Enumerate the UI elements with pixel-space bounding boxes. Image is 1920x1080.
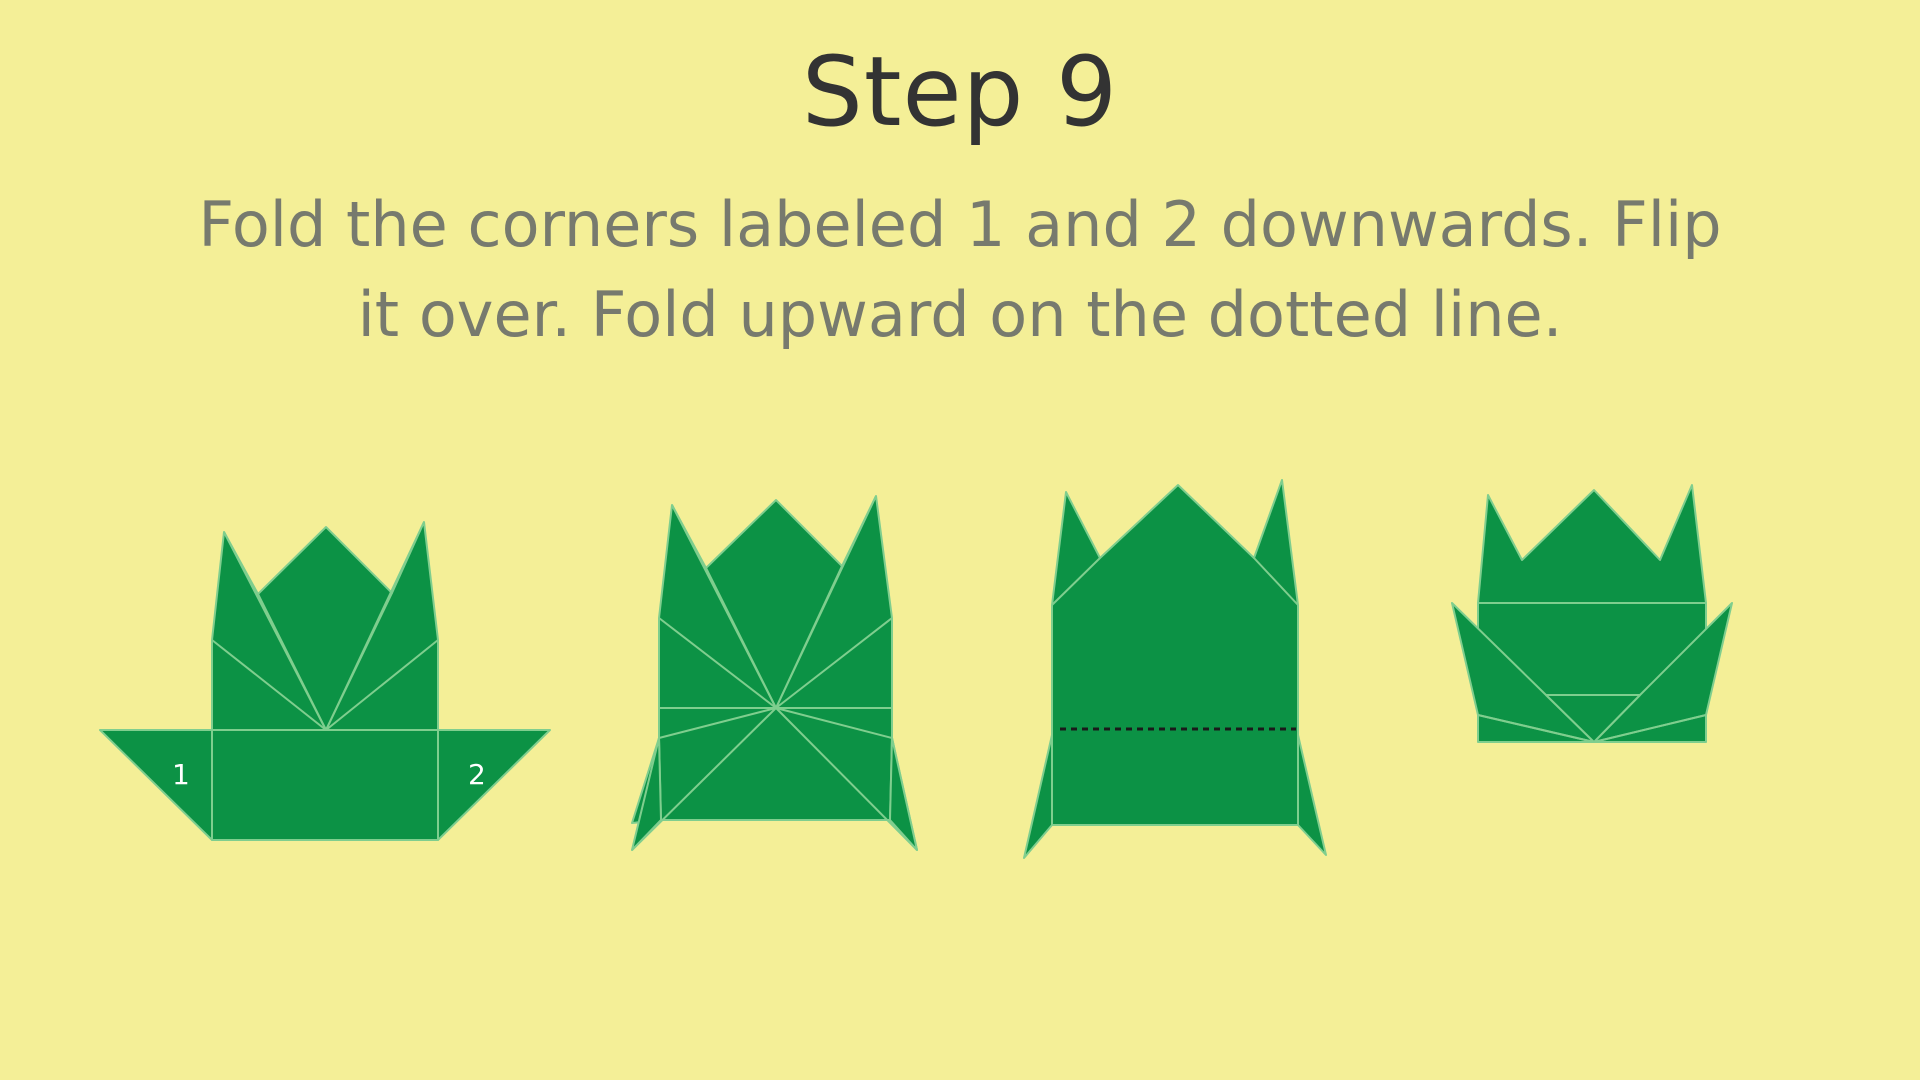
stage-3-lower-right-point: [1297, 734, 1327, 856]
stage-1-right-flap: [437, 729, 551, 841]
stage-1-left-flap: [99, 729, 213, 841]
stage-1-base: [211, 729, 439, 841]
step-page: Step 9 Fold the corners labeled 1 and 2 …: [0, 0, 1920, 1080]
stage-2-lower-left-point: [631, 737, 662, 851]
stage-2-body: [658, 495, 893, 821]
corner-label-2: 2: [468, 758, 486, 791]
corner-label-1: 1: [172, 758, 190, 791]
stage-1-upper-body: [211, 521, 439, 731]
stage-2-lower-right-point: [889, 737, 918, 851]
stage-4-figure: [1451, 484, 1733, 743]
stage-4-top-body: [1477, 484, 1707, 604]
stage-3-body: [1051, 479, 1299, 826]
stage-3-lower-left-point: [1023, 734, 1053, 859]
stage-3-figure: [1023, 479, 1327, 859]
stage-1-figure: 1 2: [99, 521, 551, 841]
stage-2-figure: [631, 495, 918, 851]
origami-diagram: 1 2: [99, 479, 1733, 859]
